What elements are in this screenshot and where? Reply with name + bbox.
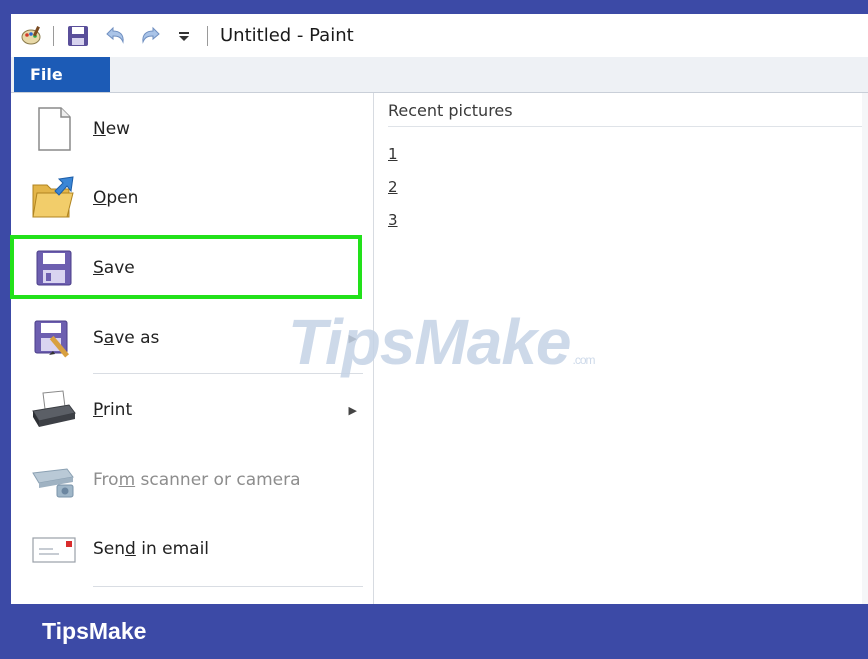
window-title: Untitled - Paint [220,25,354,46]
recent-picture-item[interactable]: 2 [388,178,398,196]
menu-item-print[interactable]: Print ▶ [11,377,373,443]
menu-item-label: Open [93,188,139,208]
footer-brand: TipsMake [42,618,147,644]
watermark-text: TipsMake [288,306,571,378]
qat-separator [53,26,54,46]
redo-icon[interactable] [139,14,163,57]
title-bar: Untitled - Paint [11,14,868,57]
email-envelope-icon [29,524,79,574]
qat-separator [207,26,208,46]
window-right-edge [862,93,868,604]
menu-divider [93,586,363,587]
ribbon-tab-bar: File [11,57,868,93]
save-as-icon [29,313,79,363]
scanner-camera-icon [29,455,79,505]
menu-item-label: Send in email [93,539,210,559]
outer-frame-top [0,0,868,14]
menu-item-send-in-email[interactable]: Send in email [11,516,373,582]
menu-item-from-scanner-or-camera: From scanner or camera [11,447,373,513]
menu-item-label: New [93,119,131,139]
menu-item-new[interactable]: New [11,96,373,162]
recent-picture-item[interactable]: 1 [388,145,398,163]
customize-qat-dropdown-icon[interactable] [177,14,191,57]
recent-pictures-title: Recent pictures [388,101,513,120]
paint-app-icon[interactable] [19,14,43,57]
menu-item-label: Print [93,400,133,420]
menu-item-label: From scanner or camera [93,470,301,490]
save-highlight-box [10,235,362,299]
file-tab[interactable]: File [14,57,110,92]
watermark: TipsMake .com [288,305,596,379]
submenu-arrow-icon: ▶ [348,403,357,417]
watermark-suffix: .com [572,353,596,367]
new-document-icon [29,104,79,154]
printer-icon [29,385,79,435]
open-folder-icon [29,173,79,223]
qat-save-icon[interactable] [67,14,89,57]
menu-item-open[interactable]: Open [11,165,373,231]
recent-pictures-divider [388,126,868,127]
recent-picture-item[interactable]: 3 [388,211,398,229]
menu-item-label: Save as [93,328,160,348]
outer-frame-left [0,0,11,604]
undo-icon[interactable] [103,14,127,57]
footer-banner: TipsMake [0,604,868,659]
